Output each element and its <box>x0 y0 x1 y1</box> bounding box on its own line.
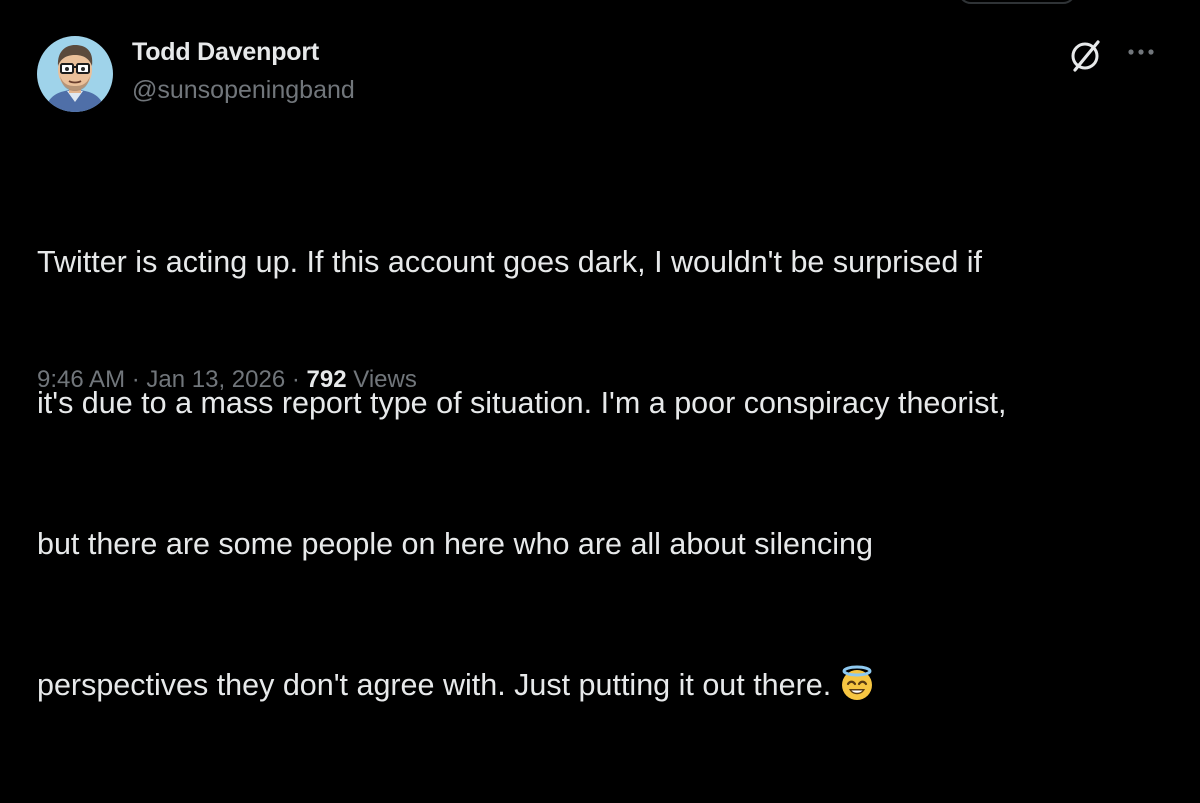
smiling-face-with-halo-icon <box>837 663 877 703</box>
tweet-text-line-last: perspectives they don't agree with. Just… <box>37 662 1167 709</box>
more-options-icon[interactable] <box>1126 40 1156 64</box>
grok-slash-circle-icon[interactable] <box>1068 38 1104 74</box>
author-handle[interactable]: @sunsopeningband <box>132 76 355 105</box>
avatar[interactable] <box>37 36 113 112</box>
tweet-text: Twitter is acting up. If this account go… <box>37 145 1167 803</box>
tweet-date[interactable]: Jan 13, 2026 <box>146 366 285 393</box>
tweet-meta: 9:46 AM · Jan 13, 2026 · 792 Views <box>37 366 417 394</box>
tweet-card: Todd Davenport @sunsopeningband Twitter … <box>0 0 1200 702</box>
meta-separator: · <box>291 366 300 393</box>
views-count: 792 <box>306 366 347 393</box>
tweet-text-line: but there are some people on here who ar… <box>37 527 873 561</box>
meta-separator: · <box>131 366 140 393</box>
author-display-name[interactable]: Todd Davenport <box>132 38 319 67</box>
tweet-text-line: Twitter is acting up. If this account go… <box>37 245 983 279</box>
avatar-image <box>37 36 113 112</box>
tweet-time[interactable]: 9:46 AM <box>37 366 125 393</box>
views-label: Views <box>353 366 417 393</box>
top-button-edge[interactable] <box>958 0 1076 4</box>
tweet-text-line-content: perspectives they don't agree with. Just… <box>37 668 832 702</box>
